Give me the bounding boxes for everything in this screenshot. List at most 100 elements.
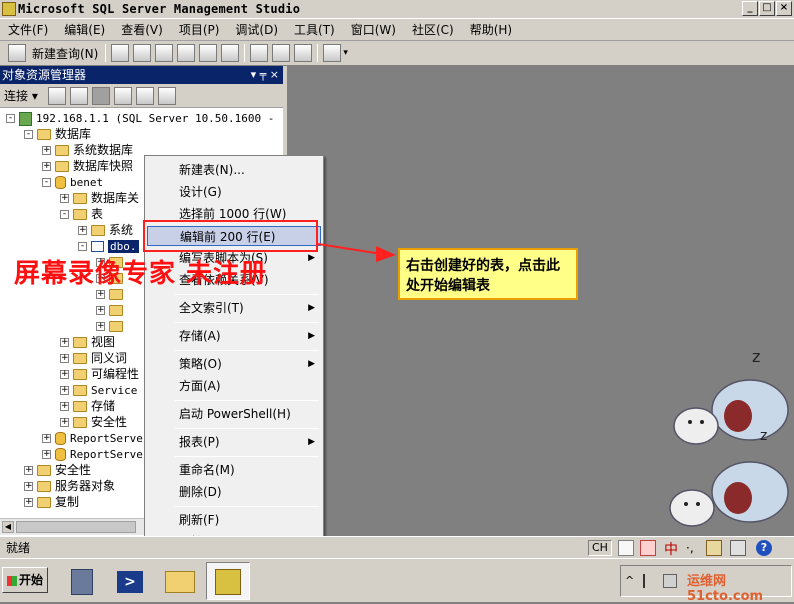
expand-icon[interactable]: +: [60, 194, 69, 203]
ime-settings-icon[interactable]: [706, 540, 722, 556]
menu-tools[interactable]: 工具(T): [286, 21, 343, 38]
tree-node[interactable]: + ReportServe: [42, 430, 143, 446]
context-menu-item[interactable]: 新建表(N)...: [147, 160, 321, 180]
dmx-query-icon[interactable]: [177, 44, 196, 62]
context-menu-item[interactable]: 删除(D): [147, 482, 321, 502]
menu-community[interactable]: 社区(C): [404, 21, 462, 38]
print-icon[interactable]: [294, 44, 313, 62]
network-icon[interactable]: [663, 574, 677, 588]
expand-icon[interactable]: +: [96, 306, 105, 315]
minimize-button[interactable]: _: [742, 1, 758, 16]
sql-ce-icon[interactable]: [221, 44, 240, 62]
context-menu-item[interactable]: 报表(P) ▶: [147, 432, 321, 452]
tree-node[interactable]: + 系统: [78, 222, 133, 238]
save-icon[interactable]: [272, 44, 291, 62]
powershell-icon[interactable]: >: [108, 562, 152, 600]
expand-icon[interactable]: +: [24, 482, 33, 491]
expand-icon[interactable]: +: [96, 290, 105, 299]
ime-tool-icon[interactable]: [618, 540, 634, 556]
tree-node[interactable]: - 192.168.1.1 (SQL Server 10.50.1600 -: [6, 110, 274, 126]
connect-object-icon[interactable]: [47, 86, 66, 105]
tree-node[interactable]: -表: [60, 206, 103, 222]
ime-indicator[interactable]: CH: [588, 540, 612, 556]
menu-help[interactable]: 帮助(H): [462, 21, 520, 38]
filter-icon[interactable]: [113, 86, 132, 105]
server-manager-icon[interactable]: [60, 562, 104, 600]
help-icon[interactable]: ?: [756, 540, 772, 556]
summary-icon[interactable]: [157, 86, 176, 105]
tree-node[interactable]: + 复制: [24, 494, 79, 510]
tree-node[interactable]: + 安全性: [60, 414, 127, 430]
collapse-icon[interactable]: -: [78, 242, 87, 251]
tree-node[interactable]: + 服务器对象: [24, 478, 115, 494]
tree-node[interactable]: - benet: [42, 174, 103, 190]
expand-icon[interactable]: +: [42, 146, 51, 155]
ssms-task-button[interactable]: [206, 562, 250, 600]
collapse-icon[interactable]: -: [24, 130, 33, 139]
new-query-icon[interactable]: [8, 44, 26, 62]
expand-icon[interactable]: +: [60, 418, 69, 427]
ime-language[interactable]: 中: [664, 539, 678, 559]
context-menu-item[interactable]: 启动 PowerShell(H): [147, 404, 321, 424]
expand-icon[interactable]: +: [42, 162, 51, 171]
tree-node[interactable]: + Service: [60, 382, 137, 398]
pane-pin-controls[interactable]: ▾ ╤ ×: [251, 66, 279, 84]
ime-mode-icon[interactable]: [640, 540, 656, 556]
collapse-icon[interactable]: -: [60, 210, 69, 219]
tree-node[interactable]: - dbo.: [78, 238, 139, 254]
context-menu-item[interactable]: 方面(A): [147, 376, 321, 396]
collapse-icon[interactable]: -: [42, 178, 51, 187]
menu-window[interactable]: 窗口(W): [343, 21, 404, 38]
expand-icon[interactable]: +: [42, 434, 51, 443]
menu-file[interactable]: 文件(F): [0, 21, 56, 38]
expand-icon[interactable]: +: [78, 226, 87, 235]
expand-icon[interactable]: +: [60, 402, 69, 411]
stop-icon[interactable]: [91, 86, 110, 105]
connect-button[interactable]: 连接 ▾: [4, 87, 38, 104]
menu-edit[interactable]: 编辑(E): [56, 21, 113, 38]
new-query-button[interactable]: 新建查询(N): [32, 45, 98, 62]
mdx-query-icon[interactable]: [155, 44, 174, 62]
ime-keyboard-icon[interactable]: [730, 540, 746, 556]
expand-icon[interactable]: +: [24, 498, 33, 507]
expand-icon[interactable]: +: [96, 322, 105, 331]
open-icon[interactable]: [250, 44, 269, 62]
db-query-icon[interactable]: [133, 44, 152, 62]
maximize-button[interactable]: □: [759, 1, 775, 16]
explorer-icon[interactable]: [158, 562, 202, 600]
tree-node[interactable]: + 同义词: [60, 350, 127, 366]
tree-node[interactable]: + ReportServe: [42, 446, 143, 462]
tree-node[interactable]: +: [96, 318, 127, 334]
expand-icon[interactable]: +: [60, 338, 69, 347]
menu-project[interactable]: 项目(P): [171, 21, 228, 38]
context-menu-item[interactable]: 刷新(F): [147, 510, 321, 530]
tree-node[interactable]: - 数据库: [24, 126, 91, 142]
collapse-icon[interactable]: -: [6, 114, 15, 123]
xmla-query-icon[interactable]: [199, 44, 218, 62]
context-menu-item[interactable]: 全文索引(T) ▶: [147, 298, 321, 318]
expand-icon[interactable]: +: [60, 386, 69, 395]
context-menu-item[interactable]: 重命名(M): [147, 460, 321, 480]
expand-icon[interactable]: +: [60, 354, 69, 363]
scroll-left-arrow-icon[interactable]: ◀: [2, 521, 14, 533]
menu-debug[interactable]: 调试(D): [227, 21, 286, 38]
tree-node[interactable]: +: [96, 302, 127, 318]
new-file-icon[interactable]: [111, 44, 130, 62]
refresh-icon[interactable]: [135, 86, 154, 105]
tree-node[interactable]: + 安全性: [24, 462, 91, 478]
toolbar-overflow-icon[interactable]: ▾: [343, 48, 348, 58]
scroll-thumb[interactable]: [16, 521, 136, 533]
context-menu-item[interactable]: 设计(G): [147, 182, 321, 202]
tree-node[interactable]: + 系统数据库: [42, 142, 133, 158]
tree-node[interactable]: + 存储: [60, 398, 115, 414]
tree-node[interactable]: + 数据库关: [60, 190, 139, 206]
context-menu-item[interactable]: 策略(O) ▶: [147, 354, 321, 374]
ime-punctuation-icon[interactable]: ·,: [686, 541, 694, 555]
tree-node[interactable]: + 可编程性: [60, 366, 139, 382]
flag-icon[interactable]: [643, 574, 657, 588]
expand-icon[interactable]: +: [42, 450, 51, 459]
menu-view[interactable]: 查看(V): [113, 21, 171, 38]
expand-icon[interactable]: +: [24, 466, 33, 475]
start-button[interactable]: 开始: [2, 567, 48, 593]
close-button[interactable]: ×: [776, 1, 792, 16]
